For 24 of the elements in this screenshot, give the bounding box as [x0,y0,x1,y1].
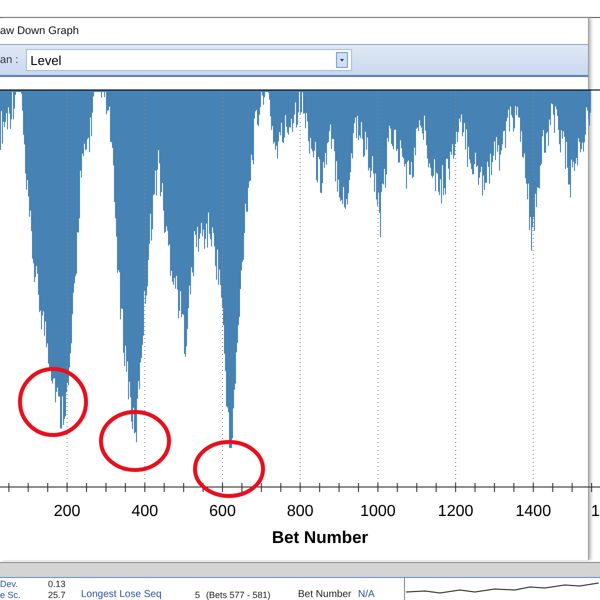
x-tick-label: 1400 [516,503,552,520]
x-tick-label: 200 [54,503,80,520]
dropdown-label: an : [0,54,18,66]
stat-label: Longest Lose Seq [81,589,162,600]
x-tick-label: 1 [591,503,600,520]
x-tick-label: 400 [131,503,158,520]
stat-value: 25.7 [48,590,66,600]
highlight-circle [193,440,265,498]
x-tick-label: 800 [286,503,314,520]
stat-value: (Bets 577 - 581) [206,590,271,600]
x-axis-title: Bet Number [272,528,368,548]
stat-value: 0.13 [48,578,66,588]
stat-label: e Sc. [0,590,21,600]
stat-value: 5 [195,590,200,600]
field-value: N/A [358,589,375,600]
field-label: Bet Number [298,589,352,600]
x-tick-label: 1200 [438,503,474,520]
x-tick-label: 1000 [360,503,396,520]
highlight-circle [99,410,171,472]
level-dropdown[interactable]: Level [26,49,352,72]
stat-label: Dev. [0,578,18,588]
x-tick-label: 600 [209,503,236,520]
highlight-circle [18,367,88,438]
window-title: aw Down Graph [0,25,79,38]
